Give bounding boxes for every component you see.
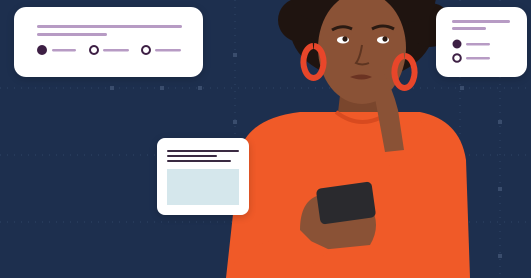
radio-option-3[interactable]	[141, 45, 181, 55]
radio-option-1[interactable]	[37, 45, 76, 55]
subheading-bar	[452, 27, 486, 30]
heading-bar	[452, 20, 510, 23]
radio-empty-icon	[89, 45, 99, 55]
option-label-bar	[103, 49, 129, 52]
radio-filled-icon	[452, 39, 462, 49]
radio-filled-icon	[37, 45, 47, 55]
option-label-bar	[466, 57, 490, 60]
radio-option-2[interactable]	[89, 45, 129, 55]
options-card-left-content	[37, 25, 182, 55]
radio-empty-icon	[452, 53, 462, 63]
radio-option-1[interactable]	[452, 39, 491, 49]
option-label-bar	[52, 49, 76, 52]
radio-empty-icon	[141, 45, 151, 55]
heading-bar	[37, 25, 182, 28]
option-label-bar	[466, 43, 490, 46]
text-block-fill	[167, 169, 239, 205]
text-lines-icon	[167, 150, 239, 205]
option-label-bar	[155, 49, 181, 52]
radio-option-2[interactable]	[452, 53, 490, 63]
options-card-right-content	[452, 20, 510, 63]
options-card-left	[14, 7, 203, 77]
hero-image	[0, 0, 531, 278]
subheading-bar	[37, 33, 107, 36]
text-block-card	[157, 138, 249, 215]
options-card-right	[436, 7, 527, 77]
